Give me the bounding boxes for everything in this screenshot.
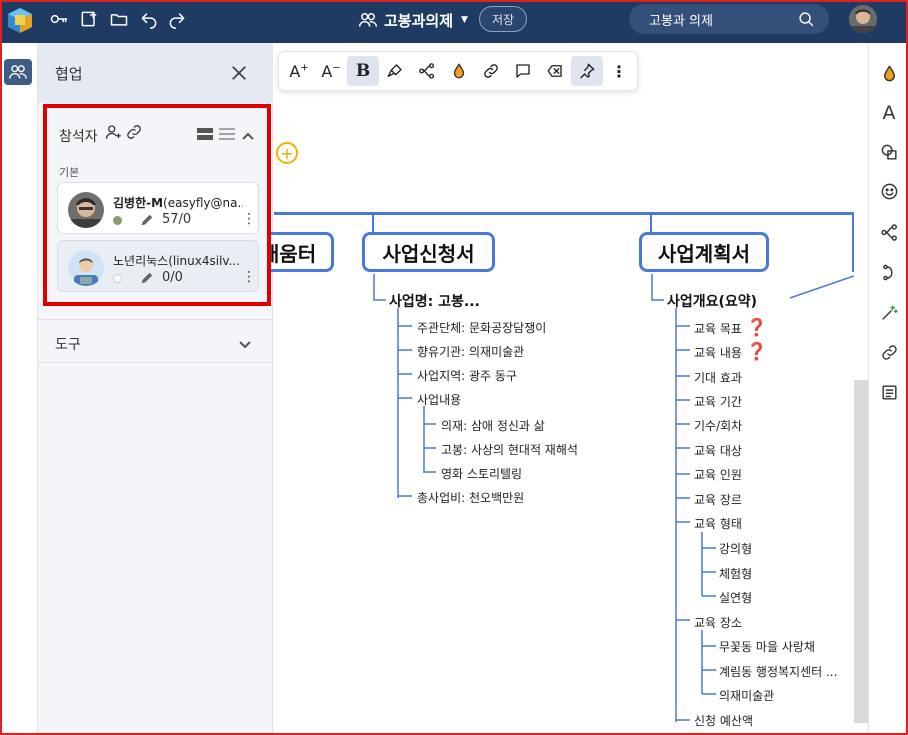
link-icon[interactable]: [879, 342, 899, 362]
comment-icon[interactable]: [507, 56, 539, 86]
bold-button[interactable]: B: [347, 56, 379, 86]
open-folder-icon[interactable]: [108, 8, 130, 30]
document-title[interactable]: 고봉과의제 ▼: [358, 8, 468, 32]
avatar: [68, 192, 104, 228]
collaboration-icon[interactable]: [4, 59, 32, 85]
shape-icon[interactable]: [879, 142, 899, 162]
title-dropdown-icon[interactable]: ▼: [461, 15, 468, 25]
format-toolbar: A+ A− B ⋮: [278, 51, 638, 91]
list-view-large-icon[interactable]: [197, 126, 213, 145]
avatar: [68, 250, 104, 286]
app-logo-icon[interactable]: [6, 6, 34, 34]
status-dot: [113, 216, 122, 225]
tools-label: 도구: [55, 337, 81, 353]
edit-count: 57/0: [162, 212, 192, 227]
branch-icon[interactable]: [879, 222, 899, 242]
connector: [650, 212, 652, 234]
invite-link-icon[interactable]: [125, 123, 143, 145]
profile-avatar[interactable]: [849, 5, 877, 33]
save-button[interactable]: 저장: [479, 6, 527, 32]
pencil-icon: [140, 212, 155, 227]
connector: [372, 212, 374, 234]
participants-label: 참석자: [59, 129, 98, 145]
search-box[interactable]: 고봉과 의제: [629, 4, 829, 34]
tree-lines: [373, 274, 854, 722]
document-title-text: 고봉과의제: [384, 11, 454, 30]
more-icon[interactable]: ⋮: [603, 56, 635, 86]
chevron-up-icon[interactable]: [241, 126, 255, 145]
more-options-icon[interactable]: ⋮: [242, 211, 256, 227]
redo-icon[interactable]: [166, 8, 188, 30]
connector: [852, 212, 854, 272]
more-options-icon[interactable]: ⋮: [242, 269, 256, 285]
note-icon[interactable]: [879, 382, 899, 402]
participant-card[interactable]: 노년리눅스(linux4silv... 0/0 ⋮: [57, 240, 259, 292]
participant-name: 김병한-M(easyfly@na...: [113, 196, 243, 210]
participant-card[interactable]: 김병한-M(easyfly@na... 57/0 ⋮: [57, 182, 259, 234]
vertical-scrollbar[interactable]: [854, 380, 868, 723]
main-connector: [274, 212, 854, 215]
magic-wand-icon[interactable]: [879, 302, 899, 322]
search-icon[interactable]: [798, 11, 815, 28]
clear-format-icon[interactable]: [539, 56, 571, 86]
edit-count: 0/0: [162, 270, 183, 285]
font-decrease-button[interactable]: A−: [315, 56, 347, 86]
shared-users-icon: [358, 13, 378, 27]
fill-color-icon[interactable]: [879, 63, 899, 83]
emoji-icon[interactable]: [879, 181, 899, 201]
key-icon[interactable]: [48, 8, 70, 30]
right-tool-bar: A: [868, 43, 908, 735]
left-icon-strip: [0, 43, 38, 735]
search-input[interactable]: 고봉과 의제: [649, 10, 713, 29]
close-icon[interactable]: [230, 64, 250, 84]
mindmap-node[interactable]: 사업계획서: [639, 232, 769, 272]
pencil-icon: [140, 270, 155, 285]
panel-title: 협업: [55, 65, 83, 83]
mindmap-node[interactable]: 사업신청서: [362, 232, 495, 272]
status-dot: [113, 274, 122, 283]
brush-icon[interactable]: [379, 56, 411, 86]
participant-name: 노년리눅스(linux4silv...: [113, 254, 241, 268]
participants-section: 참석자 기본 김병한-M(easyfly@na... 57/0 ⋮ 노년리눅스(…: [43, 104, 271, 306]
group-label: 기본: [59, 166, 80, 179]
list-view-compact-icon[interactable]: [219, 126, 235, 145]
branch-icon[interactable]: [411, 56, 443, 86]
panel-header: 협업: [38, 43, 273, 103]
undo-icon[interactable]: [138, 8, 160, 30]
font-increase-button[interactable]: A+: [283, 56, 315, 86]
new-doc-icon[interactable]: [78, 8, 100, 30]
add-node-icon[interactable]: +: [276, 142, 298, 164]
chevron-down-icon[interactable]: [238, 335, 252, 354]
add-participant-icon[interactable]: [105, 123, 123, 145]
text-style-icon[interactable]: A: [879, 102, 899, 124]
pin-icon[interactable]: [571, 56, 603, 86]
fill-color-icon[interactable]: [443, 56, 475, 86]
link-icon[interactable]: [475, 56, 507, 86]
relation-icon[interactable]: [879, 262, 899, 282]
top-bar: 고봉과의제 ▼ 저장 고봉과 의제: [0, 0, 908, 43]
tools-section[interactable]: 도구: [38, 319, 273, 363]
